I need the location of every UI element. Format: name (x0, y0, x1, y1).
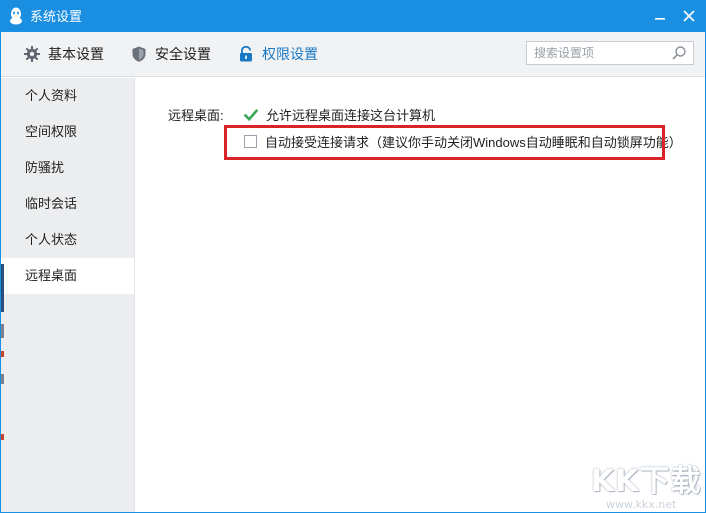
sidebar-item-personal-status[interactable]: 个人状态 (1, 222, 134, 258)
watermark-url: www.kkx.net (606, 498, 677, 511)
tab-label: 权限设置 (262, 46, 318, 62)
allow-remote-desktop-option[interactable]: 允许远程桌面连接这台计算机 (243, 105, 436, 124)
watermark: KK下载 www.kkx.net (591, 456, 703, 512)
settings-tabs-bar: 基本设置 安全设置 权限设置 (1, 32, 705, 77)
tab-permission-settings[interactable]: 权限设置 (237, 43, 318, 65)
search-input[interactable] (527, 42, 667, 64)
sidebar-item-temp-session[interactable]: 临时会话 (1, 186, 134, 222)
red-highlight-box (224, 125, 665, 160)
settings-window: 系统设置 基本设置 安全设置 权限设置 搜索设置项 个人资料 空间权限 防骚扰 … (0, 0, 706, 513)
sidebar-item-remote-desktop[interactable]: 远程桌面 (1, 258, 134, 294)
minimize-button[interactable] (649, 6, 671, 26)
edge-artifact (1, 374, 4, 384)
title-bar[interactable]: 系统设置 (1, 1, 705, 32)
watermark-logo: KK下载 (591, 464, 702, 499)
edge-artifact (1, 434, 4, 440)
sidebar-item-personal-profile[interactable]: 个人资料 (1, 78, 134, 114)
sidebar-item-label: 空间权限 (25, 124, 78, 139)
sidebar-item-label: 临时会话 (25, 196, 78, 211)
search-icon[interactable] (671, 45, 687, 61)
close-button[interactable] (678, 6, 700, 26)
tab-label: 安全设置 (155, 46, 211, 62)
shield-icon (130, 45, 148, 63)
sidebar-item-label: 防骚扰 (25, 160, 65, 175)
lock-icon (237, 45, 255, 63)
close-icon (683, 10, 695, 22)
sidebar-item-anti-harassment[interactable]: 防骚扰 (1, 150, 134, 186)
option-label: 允许远程桌面连接这台计算机 (266, 108, 436, 123)
window-title: 系统设置 (30, 9, 83, 24)
sidebar-item-label: 远程桌面 (25, 268, 78, 283)
checked-checkbox-icon[interactable] (243, 108, 259, 122)
gear-icon (23, 45, 41, 63)
tab-security-settings[interactable]: 安全设置 (130, 43, 211, 65)
sidebar-item-space-permission[interactable]: 空间权限 (1, 114, 134, 150)
sidebar-item-label: 个人资料 (25, 88, 78, 103)
edge-artifact (1, 264, 4, 312)
sidebar-nav: 个人资料 空间权限 防骚扰 临时会话 个人状态 远程桌面 (1, 78, 135, 512)
penguin-logo-icon (9, 7, 23, 25)
minimize-icon (655, 18, 665, 20)
tab-basic-settings[interactable]: 基本设置 (23, 43, 104, 65)
remote-desktop-panel: 远程桌面: 允许远程桌面连接这台计算机 自动接受连接请求（建议你手动关闭Wind… (136, 78, 705, 512)
edge-artifact (1, 324, 4, 338)
sidebar-item-label: 个人状态 (25, 232, 78, 247)
edge-artifact (1, 351, 4, 357)
remote-desktop-label: 远程桌面: (168, 108, 224, 123)
search-box[interactable] (526, 41, 694, 65)
tab-label: 基本设置 (48, 46, 104, 62)
